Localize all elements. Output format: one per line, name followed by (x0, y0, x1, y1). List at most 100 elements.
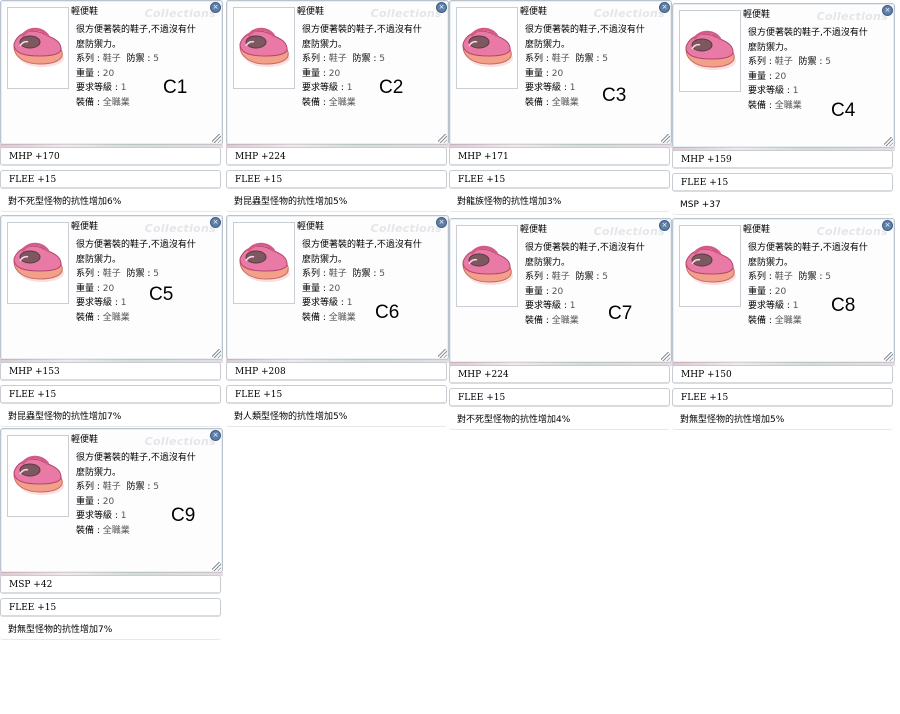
collections-watermark: Collections (144, 7, 216, 20)
close-button[interactable]: × (210, 2, 221, 13)
level-row: 要求等級 : 1 (76, 509, 218, 524)
resize-grip-icon[interactable] (884, 137, 893, 146)
resize-grip-icon[interactable] (661, 352, 670, 361)
type-label: 系列 : (76, 269, 103, 279)
item-info-window[interactable]: Collections × 輕便鞋 很方便著裝的鞋子,不過沒有什 麼防禦力。 系… (0, 215, 223, 360)
type-value: 鞋子 (774, 272, 793, 282)
type-row: 系列 : 鞋子 防禦 : 5 (748, 270, 890, 285)
resize-grip-icon[interactable] (884, 352, 893, 361)
stat-line-3: 對無型怪物的抗性增加7% (0, 621, 221, 640)
stat-line-2: FLEE +15 (0, 170, 221, 189)
level-value: 1 (792, 86, 799, 96)
equip-row: 裝備 : 全職業 (748, 314, 890, 329)
item-info-window[interactable]: Collections × 輕便鞋 很方便著裝的鞋子,不過沒有什 麼防禦力。 系… (0, 428, 223, 573)
level-row: 要求等級 : 1 (302, 296, 444, 311)
stat-line-1: MHP +224 (449, 365, 670, 384)
close-button[interactable]: × (659, 220, 670, 231)
weight-label: 重量 : (302, 68, 329, 79)
level-value: 1 (120, 511, 127, 521)
item-image (233, 222, 295, 304)
stat-line-1: MHP +224 (226, 147, 447, 166)
resize-grip-icon[interactable] (438, 134, 447, 143)
equip-label: 裝備 : (525, 97, 552, 108)
item-card: Collections × 輕便鞋 很方便著裝的鞋子,不過沒有什 麼防禦力。 系… (0, 428, 223, 643)
resize-grip-icon[interactable] (212, 134, 221, 143)
stat-line-2: FLEE +15 (226, 385, 447, 404)
type-row: 系列 : 鞋子 防禦 : 5 (302, 52, 444, 67)
weight-value: 20 (328, 68, 341, 79)
weight-label: 重量 : (302, 283, 329, 294)
close-button[interactable]: × (210, 430, 221, 441)
stat-line-1: MSP +42 (0, 575, 221, 594)
resize-grip-icon[interactable] (212, 349, 221, 358)
item-name: 輕便鞋 (743, 225, 771, 235)
type-row: 系列 : 鞋子 防禦 : 5 (76, 52, 218, 67)
close-button[interactable]: × (882, 220, 893, 231)
level-row: 要求等級 : 1 (76, 296, 218, 311)
item-name: 輕便鞋 (297, 222, 325, 232)
type-label: 系列 : (525, 54, 552, 64)
item-info-window[interactable]: Collections × 輕便鞋 很方便著裝的鞋子,不過沒有什 麼防禦力。 系… (672, 218, 895, 363)
equip-label: 裝備 : (748, 315, 775, 326)
resize-grip-icon[interactable] (212, 562, 221, 571)
level-value: 1 (120, 298, 127, 308)
item-info-window[interactable]: Collections × 輕便鞋 很方便著裝的鞋子,不過沒有什 麼防禦力。 系… (0, 0, 223, 145)
defense-value: 5 (153, 269, 160, 279)
type-value: 鞋子 (328, 54, 347, 64)
item-info-window[interactable]: Collections × 輕便鞋 很方便著裝的鞋子,不過沒有什 麼防禦力。 系… (449, 0, 672, 145)
type-label: 系列 : (76, 54, 103, 64)
type-label: 系列 : (302, 54, 329, 64)
equip-row: 裝備 : 全職業 (525, 314, 667, 329)
description-line: 很方便著裝的鞋子,不過沒有什 (76, 453, 196, 463)
resize-grip-icon[interactable] (438, 349, 447, 358)
card-label: C7 (608, 303, 633, 324)
item-info-window[interactable]: Collections × 輕便鞋 很方便著裝的鞋子,不過沒有什 麼防禦力。 系… (226, 0, 449, 145)
resize-grip-icon[interactable] (661, 134, 670, 143)
defense-value: 5 (153, 482, 160, 492)
weight-value: 20 (102, 496, 115, 507)
item-info-window[interactable]: Collections × 輕便鞋 很方便著裝的鞋子,不過沒有什 麼防禦力。 系… (672, 3, 895, 148)
item-description: 很方便著裝的鞋子,不過沒有什 麼防禦力。 系列 : 鞋子 防禦 : 5 重量 :… (302, 23, 444, 110)
equip-value: 全職業 (102, 97, 130, 108)
type-row: 系列 : 鞋子 防禦 : 5 (525, 52, 667, 67)
weight-row: 重量 : 20 (748, 285, 890, 300)
weight-value: 20 (102, 68, 115, 79)
level-row: 要求等級 : 1 (302, 81, 444, 96)
item-image (679, 225, 741, 307)
close-button[interactable]: × (659, 2, 670, 13)
stat-line-1: MHP +208 (226, 362, 447, 381)
close-button[interactable]: × (210, 217, 221, 228)
stat-line-3: 對不死型怪物的抗性增加6% (0, 193, 221, 212)
close-button[interactable]: × (882, 5, 893, 16)
shoe-icon (685, 30, 736, 70)
shoe-icon (13, 27, 64, 67)
equip-value: 全職業 (328, 97, 356, 108)
stat-line-3: 對人類型怪物的抗性增加5% (226, 408, 447, 427)
equip-row: 裝備 : 全職業 (302, 311, 444, 326)
item-card: Collections × 輕便鞋 很方便著裝的鞋子,不過沒有什 麼防禦力。 系… (672, 218, 895, 433)
equip-label: 裝備 : (748, 100, 775, 111)
card-label: C4 (831, 100, 856, 121)
item-name: 輕便鞋 (520, 7, 548, 17)
close-button[interactable]: × (436, 217, 447, 228)
equip-value: 全職業 (551, 315, 579, 326)
stat-line-3: 對無型怪物的抗性增加5% (672, 411, 893, 430)
equip-label: 裝備 : (76, 312, 103, 323)
defense-label: 防禦 : (575, 272, 603, 282)
level-label: 要求等級 : (76, 83, 121, 93)
weight-value: 20 (774, 71, 787, 82)
item-card: Collections × 輕便鞋 很方便著裝的鞋子,不過沒有什 麼防禦力。 系… (449, 218, 672, 433)
item-info-window[interactable]: Collections × 輕便鞋 很方便著裝的鞋子,不過沒有什 麼防禦力。 系… (226, 215, 449, 360)
defense-label: 防禦 : (352, 54, 380, 64)
type-value: 鞋子 (328, 269, 347, 279)
close-button[interactable]: × (436, 2, 447, 13)
weight-label: 重量 : (525, 68, 552, 79)
type-label: 系列 : (302, 269, 329, 279)
stat-line-2: FLEE +15 (0, 385, 221, 404)
item-info-window[interactable]: Collections × 輕便鞋 很方便著裝的鞋子,不過沒有什 麼防禦力。 系… (449, 218, 672, 363)
equip-row: 裝備 : 全職業 (302, 96, 444, 111)
level-label: 要求等級 : (748, 86, 793, 96)
shoe-icon (462, 27, 513, 67)
weight-label: 重量 : (76, 283, 103, 294)
type-label: 系列 : (525, 272, 552, 282)
